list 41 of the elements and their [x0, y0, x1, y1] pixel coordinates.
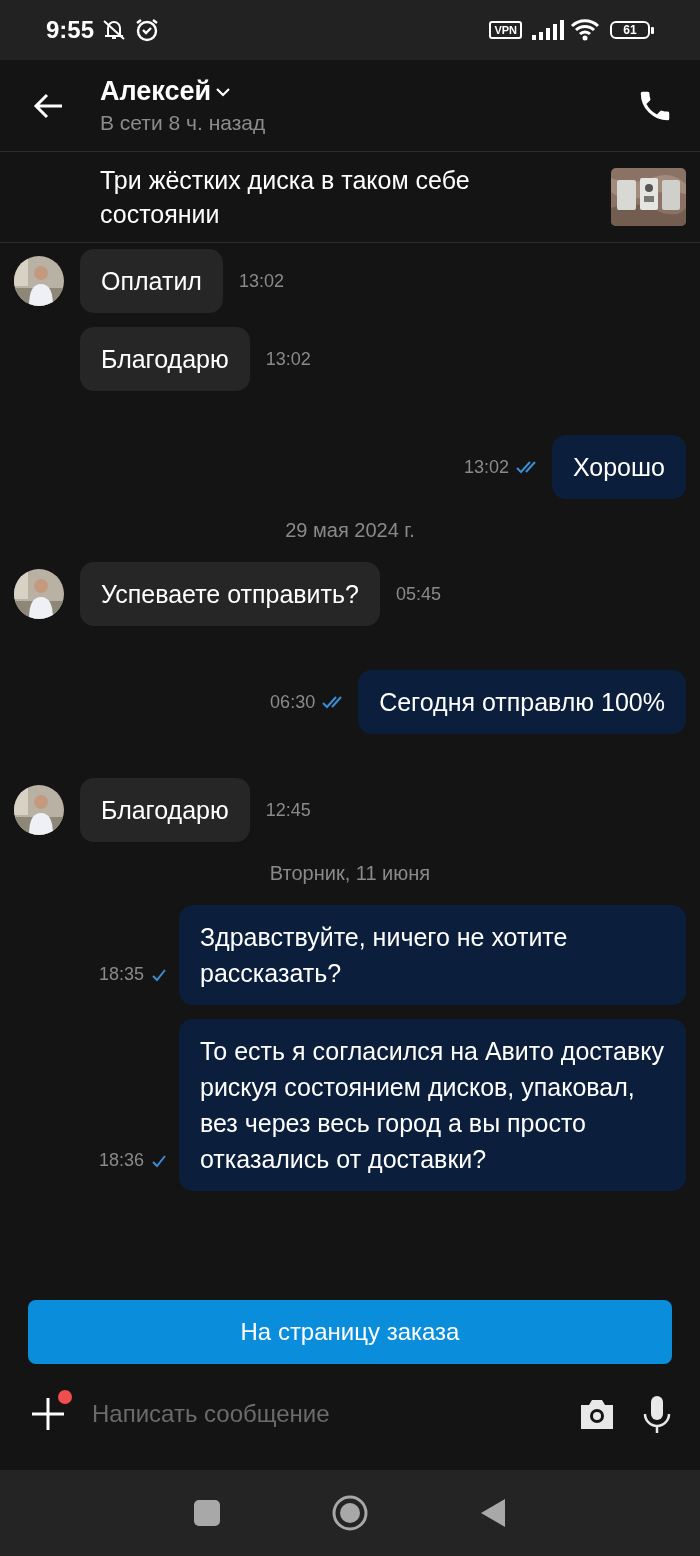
home-button[interactable]: [331, 1494, 369, 1532]
camera-button[interactable]: [578, 1397, 616, 1431]
square-icon: [193, 1499, 221, 1527]
message-bubble: Здравствуйте, ничего не хотите рассказать?: [179, 905, 686, 1005]
clock-time: 9:55: [46, 16, 95, 44]
order-page-button[interactable]: На страницу заказа: [28, 1300, 672, 1364]
chevron-down-icon: [215, 86, 232, 97]
message-time: 06:30: [270, 691, 316, 713]
battery-indicator: 61: [610, 21, 654, 39]
message-time: 13:02: [265, 348, 311, 370]
message-time: 18:35: [98, 964, 144, 985]
message-time: 13:02: [463, 456, 509, 478]
recents-button[interactable]: [193, 1499, 221, 1527]
date-separator: Вторник, 11 июня: [269, 862, 431, 885]
arrow-left-icon: [32, 91, 64, 120]
message-bubble: Успеваете отправить?: [80, 562, 380, 626]
back-button[interactable]: [32, 91, 64, 120]
triangle-icon: [479, 1497, 507, 1529]
message-bubble: То есть я согласился на Авито доставку рискуя состоянием дисков, упаковал, вез через весь город а вы просто отказались от доставки?: [179, 1019, 686, 1191]
message-bubble: Благодарю: [80, 327, 250, 391]
date-separator: 29 мая 2024 г.: [285, 519, 415, 542]
contact-name[interactable]: Алексей: [100, 76, 636, 107]
circle-icon: [331, 1494, 369, 1532]
microphone-button[interactable]: [642, 1394, 672, 1434]
wifi-icon: [570, 18, 600, 42]
message-bubble: Сегодня отправлю 100%: [358, 670, 686, 734]
signal-icon: [532, 20, 564, 40]
message-bubble: Хорошо: [551, 435, 686, 499]
message-time: 18:36: [98, 1150, 144, 1171]
camera-icon: [578, 1397, 616, 1431]
back-nav-button[interactable]: [479, 1497, 507, 1529]
vpn-indicator: VPN: [489, 21, 522, 39]
listing-title[interactable]: Три жёстких диска в таком себе состоянии: [100, 163, 611, 231]
message-time: 05:45: [395, 583, 441, 605]
message-bubble: Благодарю: [80, 778, 250, 842]
message-bubble: Оплатил: [80, 249, 223, 313]
microphone-icon: [642, 1394, 672, 1434]
message-time: 13:02: [238, 270, 284, 292]
message-time: 12:45: [265, 799, 311, 821]
message-input[interactable]: Написать сообщение: [90, 1399, 552, 1429]
presence-status: В сети 8 ч. назад: [100, 111, 267, 135]
